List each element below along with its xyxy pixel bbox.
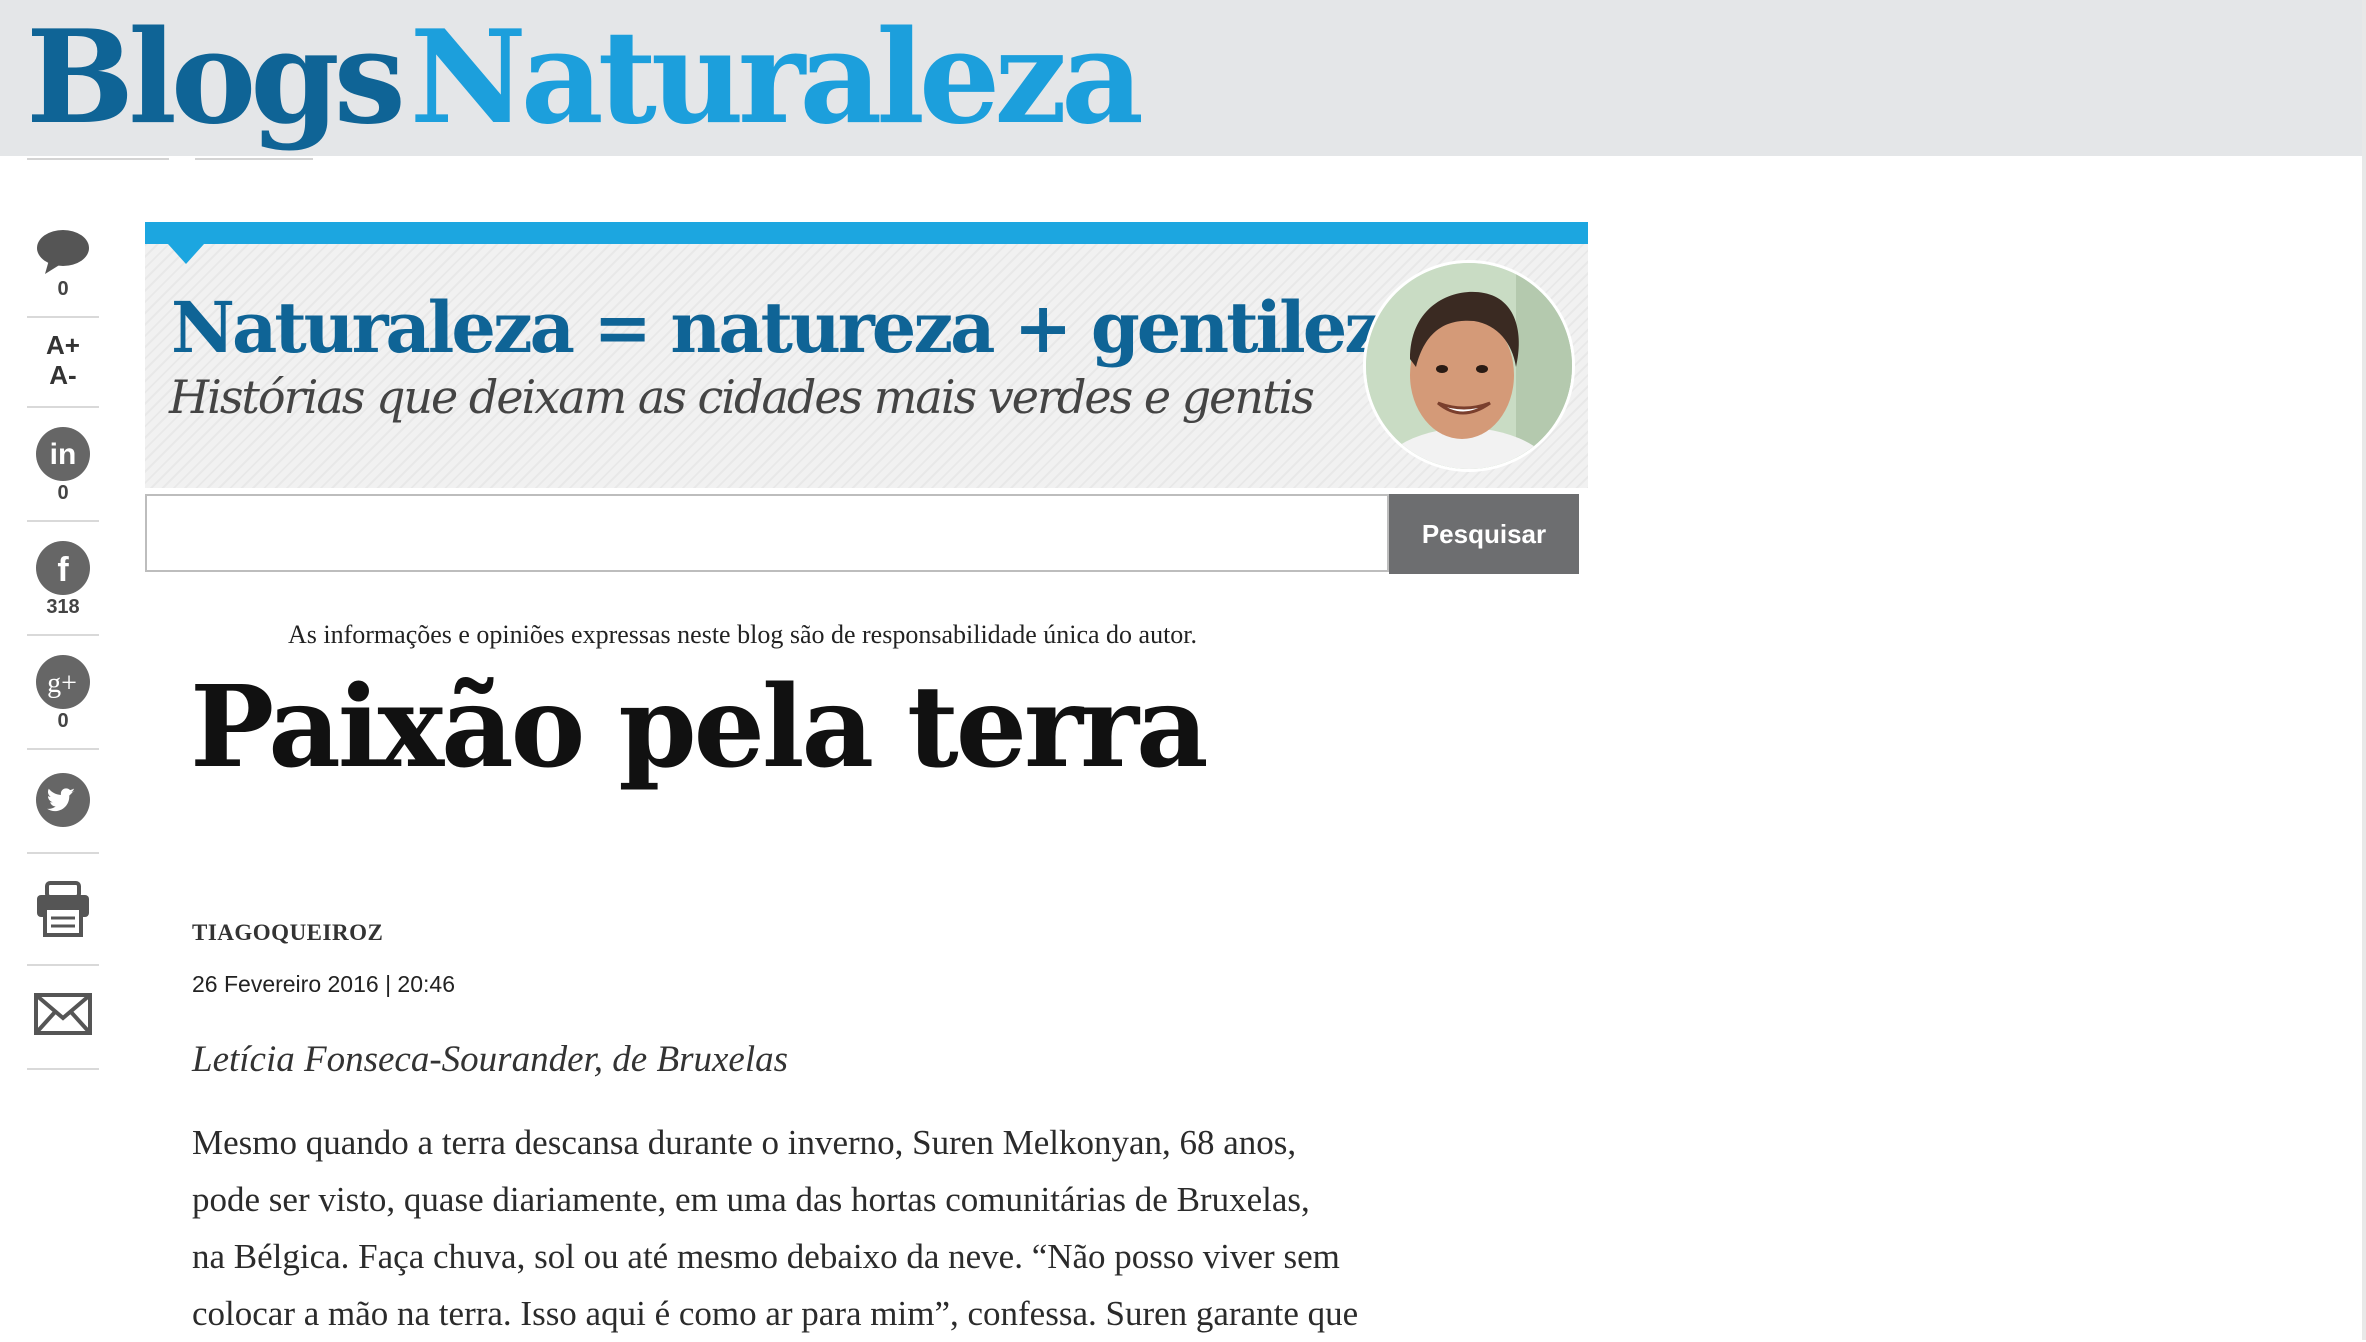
facebook-count: 318 — [46, 596, 80, 618]
blog-banner: Naturaleza = natureza + gentileza Histór… — [145, 244, 1588, 488]
article-headline: Paixão pela terra — [190, 662, 1209, 793]
share-sidebar: 0 A+ A- in 0 f 318 g+ 0 — [27, 222, 99, 1070]
body-line: na Bélgica. Faça chuva, sol ou até mesmo… — [192, 1237, 1340, 1276]
linkedin-icon: in — [36, 427, 90, 481]
twitter-share-button[interactable] — [27, 750, 99, 854]
comments-button[interactable]: 0 — [27, 222, 99, 318]
comments-count: 0 — [57, 278, 69, 300]
svg-text:f: f — [57, 551, 69, 589]
linkedin-share-button[interactable]: in 0 — [27, 408, 99, 522]
body-line: colocar a mão na terra. Isso aqui é como… — [192, 1294, 1359, 1333]
banner-notch — [168, 244, 204, 264]
print-button[interactable] — [27, 854, 99, 966]
header-divider — [195, 158, 313, 160]
article-body: Mesmo quando a terra descansa durante o … — [192, 1114, 1522, 1342]
font-size-control: A+ A- — [27, 318, 99, 408]
blog-title[interactable]: Naturaleza = natureza + gentileza — [171, 286, 1426, 369]
googleplus-icon: g+ — [36, 655, 90, 709]
email-icon — [34, 993, 92, 1035]
svg-text:in: in — [50, 438, 77, 471]
article-byline: Letícia Fonseca-Sourander, de Bruxelas — [192, 1039, 788, 1080]
googleplus-count: 0 — [57, 710, 69, 732]
header-divider — [27, 158, 169, 160]
brand-naturaleza: Naturaleza — [409, 3, 1144, 153]
article-author[interactable]: TIAGOQUEIROZ — [192, 920, 383, 946]
author-photo — [1366, 263, 1572, 469]
print-icon — [37, 881, 89, 937]
linkedin-count: 0 — [57, 482, 69, 504]
font-increase-button[interactable]: A+ — [27, 330, 99, 360]
site-header: BlogsNaturaleza — [0, 0, 2366, 156]
banner-accent-bar — [145, 222, 1588, 244]
svg-text:g+: g+ — [47, 668, 77, 699]
body-line: pode ser visto, quase diariamente, em um… — [192, 1180, 1310, 1219]
article-date: 26 Fevereiro 2016 | 20:46 — [192, 971, 455, 997]
author-avatar — [1363, 260, 1575, 472]
brand-blogs: Blogs — [26, 3, 406, 153]
site-logo[interactable]: BlogsNaturaleza — [26, 0, 1144, 158]
page-edge — [2362, 0, 2366, 1340]
facebook-icon: f — [36, 541, 90, 595]
search-input[interactable] — [145, 494, 1389, 572]
search-button[interactable]: Pesquisar — [1389, 494, 1579, 574]
twitter-icon — [36, 773, 90, 827]
googleplus-share-button[interactable]: g+ 0 — [27, 636, 99, 750]
body-line: Mesmo quando a terra descansa durante o … — [192, 1123, 1297, 1162]
facebook-share-button[interactable]: f 318 — [27, 522, 99, 636]
comment-icon — [37, 230, 89, 274]
email-share-button[interactable] — [27, 966, 99, 1070]
font-decrease-button[interactable]: A- — [27, 360, 99, 390]
disclaimer-text: As informações e opiniões expressas nest… — [288, 620, 1198, 649]
blog-subtitle: Histórias que deixam as cidades mais ver… — [169, 370, 1315, 424]
